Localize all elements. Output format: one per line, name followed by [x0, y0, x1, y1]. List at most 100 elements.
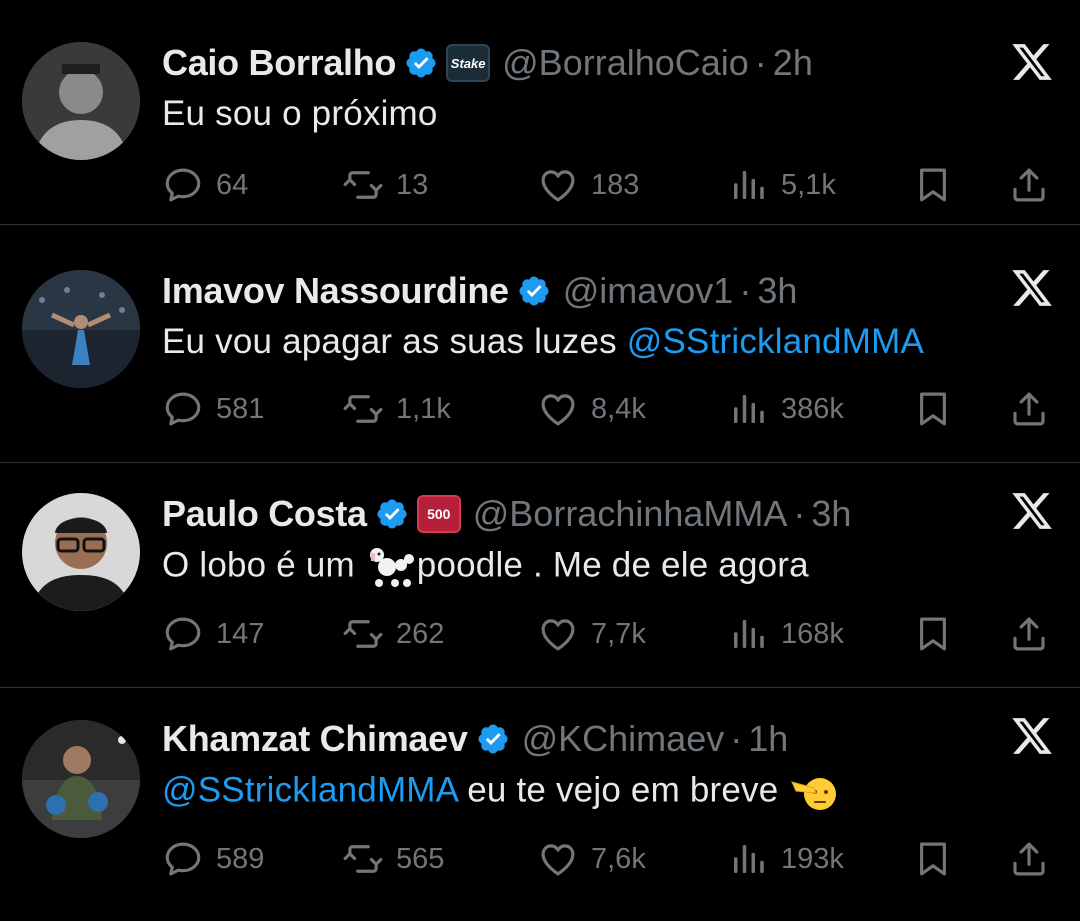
views-button[interactable]: 193k — [727, 834, 844, 884]
bookmark-icon — [912, 838, 954, 880]
retweet-icon — [342, 838, 384, 880]
timestamp[interactable]: 1h — [748, 718, 788, 760]
bookmark-icon — [912, 388, 954, 430]
views-count: 168k — [781, 617, 844, 650]
share-button[interactable] — [1008, 160, 1050, 210]
display-name[interactable]: Caio Borralho — [162, 42, 396, 84]
mention-link[interactable]: @SStricklandMMA — [627, 322, 924, 361]
reply-button[interactable]: 64 — [162, 160, 248, 210]
timestamp[interactable]: 2h — [773, 42, 813, 84]
retweet-button[interactable]: 262 — [342, 609, 444, 659]
retweet-icon — [342, 613, 384, 655]
reply-icon — [162, 388, 204, 430]
verified-badge-icon — [517, 274, 551, 308]
saluting-face-emoji — [791, 778, 837, 810]
share-icon — [1008, 838, 1050, 880]
tweet-text: O lobo é um poodle . Me de ele agora — [162, 545, 809, 589]
tweet-text: @SStricklandMMA eu te vejo em breve — [162, 770, 840, 814]
tweet-text-part: O lobo é um — [162, 545, 365, 585]
like-count: 7,7k — [591, 617, 646, 650]
user-handle[interactable]: @BorralhoCaio — [502, 42, 749, 84]
like-icon — [537, 613, 579, 655]
bookmark-button[interactable] — [912, 160, 954, 210]
like-button[interactable]: 7,7k — [537, 609, 646, 659]
separator-dot: · — [739, 270, 752, 311]
retweet-button[interactable]: 13 — [342, 160, 428, 210]
verified-badge-icon — [375, 497, 409, 531]
like-count: 183 — [591, 168, 640, 201]
like-button[interactable]: 183 — [537, 160, 639, 210]
separator-dot: · — [730, 718, 743, 759]
display-name[interactable]: Khamzat Chimaev — [162, 718, 468, 760]
avatar[interactable] — [22, 720, 140, 838]
tweet[interactable]: Caio Borralho Stake @BorralhoCaio · 2h E… — [0, 0, 1080, 225]
reply-button[interactable]: 581 — [162, 384, 264, 434]
bookmark-button[interactable] — [912, 834, 954, 884]
poodle-emoji — [369, 548, 414, 587]
bookmark-button[interactable] — [912, 384, 954, 434]
avatar[interactable] — [22, 42, 140, 160]
tweet-text: Eu vou apagar as suas luzes @SStrickland… — [162, 322, 924, 362]
share-button[interactable] — [1008, 834, 1050, 884]
retweet-count: 1,1k — [396, 392, 451, 425]
reply-icon — [162, 613, 204, 655]
display-name[interactable]: Paulo Costa — [162, 493, 367, 535]
tweet[interactable]: Paulo Costa 500 @BorrachinhaMMA · 3h O l… — [0, 463, 1080, 688]
like-count: 8,4k — [591, 392, 646, 425]
like-button[interactable]: 8,4k — [537, 384, 646, 434]
views-button[interactable]: 5,1k — [727, 160, 836, 210]
retweet-count: 565 — [396, 842, 445, 875]
views-count: 193k — [781, 842, 844, 875]
reply-count: 64 — [216, 168, 249, 201]
x-logo-icon — [1010, 714, 1054, 758]
views-button[interactable]: 386k — [727, 384, 844, 434]
affiliate-badge[interactable]: 500 — [416, 495, 461, 533]
tweet-text-part: Eu vou apagar as suas luzes — [162, 322, 627, 361]
user-handle[interactable]: @BorrachinhaMMA — [473, 493, 788, 535]
bookmark-button[interactable] — [912, 609, 954, 659]
action-bar: 589 565 7,6k 193k — [162, 834, 1062, 884]
tweet[interactable]: Imavov Nassourdine @imavov1 · 3h Eu vou … — [0, 238, 1080, 463]
reply-button[interactable]: 147 — [162, 609, 264, 659]
x-logo-icon — [1010, 489, 1054, 533]
share-icon — [1008, 613, 1050, 655]
bookmark-icon — [912, 613, 954, 655]
like-icon — [537, 164, 579, 206]
user-handle[interactable]: @imavov1 — [563, 270, 734, 312]
reply-button[interactable]: 589 — [162, 834, 264, 884]
reply-icon — [162, 164, 204, 206]
user-handle[interactable]: @KChimaev — [522, 718, 725, 760]
views-icon — [727, 613, 769, 655]
views-count: 386k — [781, 392, 844, 425]
display-name[interactable]: Imavov Nassourdine — [162, 270, 509, 312]
mention-link[interactable]: @SStricklandMMA — [162, 770, 457, 809]
like-icon — [537, 838, 579, 880]
avatar[interactable] — [22, 493, 140, 611]
retweet-icon — [342, 388, 384, 430]
avatar[interactable] — [22, 270, 140, 388]
retweet-button[interactable]: 565 — [342, 834, 444, 884]
divider — [0, 224, 1080, 225]
timestamp[interactable]: 3h — [811, 493, 851, 535]
retweet-icon — [342, 164, 384, 206]
views-icon — [727, 164, 769, 206]
timestamp[interactable]: 3h — [757, 270, 797, 312]
x-logo-icon — [1010, 266, 1054, 310]
reply-count: 589 — [216, 842, 265, 875]
like-button[interactable]: 7,6k — [537, 834, 646, 884]
tweet-text-part: poodle . Me de ele agora — [416, 545, 809, 585]
retweet-button[interactable]: 1,1k — [342, 384, 451, 434]
views-button[interactable]: 168k — [727, 609, 844, 659]
retweet-count: 262 — [396, 617, 445, 650]
like-icon — [537, 388, 579, 430]
verified-badge-icon — [404, 46, 438, 80]
share-button[interactable] — [1008, 609, 1050, 659]
views-count: 5,1k — [781, 168, 836, 201]
tweet[interactable]: Khamzat Chimaev @KChimaev · 1h @SStrickl… — [0, 688, 1080, 921]
views-icon — [727, 388, 769, 430]
reply-count: 147 — [216, 617, 265, 650]
share-button[interactable] — [1008, 384, 1050, 434]
share-icon — [1008, 164, 1050, 206]
affiliate-badge[interactable]: Stake — [446, 44, 491, 82]
verified-badge-icon — [476, 722, 510, 756]
